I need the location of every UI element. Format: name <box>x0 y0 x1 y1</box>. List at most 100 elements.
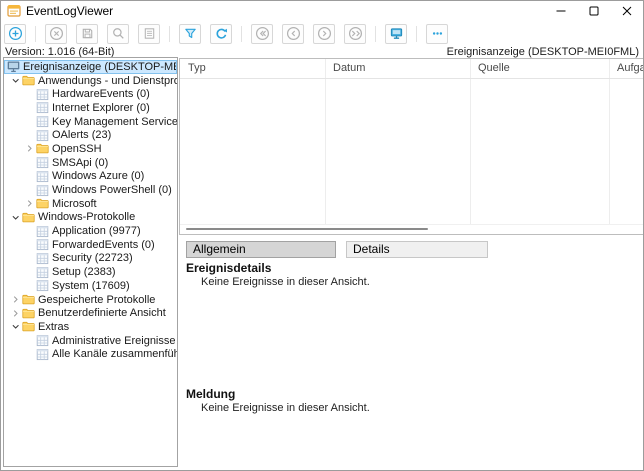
tree-item-smsapi-0[interactable]: SMSApi (0) <box>4 156 177 170</box>
nav-prev-button[interactable] <box>282 24 304 44</box>
properties-button[interactable] <box>138 24 160 44</box>
chevron-right-icon[interactable] <box>9 294 22 305</box>
filter-button[interactable] <box>179 24 201 44</box>
tree-item-root[interactable]: Ereignisanzeige (DESKTOP-MEI0FML) <box>4 60 177 74</box>
more-icon <box>430 26 445 41</box>
chevron-down-icon[interactable] <box>9 75 22 86</box>
table-horizontal-scrollbar[interactable] <box>180 224 644 234</box>
tree-item-benutzerdefinierte-ansicht[interactable]: Benutzerdefinierte Ansicht <box>4 306 177 320</box>
nav-first-button[interactable] <box>251 24 273 44</box>
tree-item-microsoft[interactable]: Microsoft <box>4 197 177 211</box>
tree-item-label: Windows Azure (0) <box>52 170 144 182</box>
close-log-button[interactable] <box>45 24 67 44</box>
tree-item-security-22723[interactable]: Security (22723) <box>4 252 177 266</box>
column-header-aufga[interactable]: Aufga <box>609 59 644 78</box>
tree-item-openssh[interactable]: OpenSSH <box>4 142 177 156</box>
computer-icon <box>389 26 404 41</box>
close-button[interactable] <box>610 1 643 21</box>
tree-item-label: Ereignisanzeige (DESKTOP-MEI0FML) <box>23 61 177 73</box>
tree-item-windows-azure-0[interactable]: Windows Azure (0) <box>4 170 177 184</box>
nav-next-button[interactable] <box>313 24 335 44</box>
tree-item-label: Anwendungs - und Dienstprotokolle <box>38 75 177 87</box>
tree-item-system-17609[interactable]: System (17609) <box>4 279 177 293</box>
save-button[interactable] <box>76 24 98 44</box>
tree-item-application-9977[interactable]: Application (9977) <box>4 224 177 238</box>
event-log-icon <box>36 279 49 292</box>
tree-item-forwardedevents-0[interactable]: ForwardedEvents (0) <box>4 238 177 252</box>
save-icon <box>80 26 95 41</box>
tree-item-label: Internet Explorer (0) <box>52 102 150 114</box>
tree-item-label: SMSApi (0) <box>52 157 108 169</box>
tree-item-internet-explorer-0[interactable]: Internet Explorer (0) <box>4 101 177 115</box>
window-controls <box>544 1 643 21</box>
nav-prev-icon <box>286 26 301 41</box>
close-log-icon <box>49 26 64 41</box>
computer-button[interactable] <box>385 24 407 44</box>
tree-item-gespeicherte-protokolle[interactable]: Gespeicherte Protokolle <box>4 293 177 307</box>
open-log-button[interactable] <box>4 24 26 44</box>
column-divider <box>609 59 610 224</box>
event-log-icon <box>36 225 49 238</box>
tree-item-alle-kan-le-zusammenf-hren[interactable]: Alle Kanäle zusammenführen <box>4 347 177 361</box>
tree-item-anwendungs-und-dienstprotokolle[interactable]: Anwendungs - und Dienstprotokolle <box>4 74 177 88</box>
chevron-down-icon[interactable] <box>9 212 22 223</box>
event-log-icon <box>36 170 49 183</box>
tree-item-label: OAlerts (23) <box>52 129 111 141</box>
tree-item-key-management-service-0[interactable]: Key Management Service (0) <box>4 115 177 129</box>
refresh-button[interactable] <box>210 24 232 44</box>
chevron-right-icon[interactable] <box>9 308 22 319</box>
event-log-icon <box>36 129 49 142</box>
event-table: TypDatumQuelleAufga <box>179 58 644 235</box>
nav-first-icon <box>255 26 270 41</box>
tree-item-label: Alle Kanäle zusammenführen <box>52 348 177 360</box>
tree-item-label: Application (9977) <box>52 225 141 237</box>
tree-item-label: Microsoft <box>52 198 97 210</box>
section-heading-ereignisdetails: Ereignisdetails <box>186 261 271 275</box>
scrollbar-thumb[interactable] <box>186 228 428 230</box>
tree-item-label: Windows-Protokolle <box>38 211 135 223</box>
search-button[interactable] <box>107 24 129 44</box>
tree-item-hardwareevents-0[interactable]: HardwareEvents (0) <box>4 87 177 101</box>
app-icon <box>7 4 21 18</box>
event-log-icon <box>36 115 49 128</box>
tree-item-administrative-ereignisse[interactable]: Administrative Ereignisse <box>4 334 177 348</box>
chevron-right-icon[interactable] <box>23 198 36 209</box>
event-log-icon <box>36 184 49 197</box>
tree-item-windows-protokolle[interactable]: Windows-Protokolle <box>4 211 177 225</box>
tab-allgemein[interactable]: Allgemein <box>186 241 336 258</box>
event-log-icon <box>36 101 49 114</box>
column-header-typ[interactable]: Typ <box>180 59 325 78</box>
tree-item-label: Setup (2383) <box>52 266 116 278</box>
nav-last-button[interactable] <box>344 24 366 44</box>
event-log-icon <box>36 252 49 265</box>
minimize-icon <box>556 6 566 16</box>
tab-details[interactable]: Details <box>346 241 488 258</box>
toolbar-separator <box>35 26 36 42</box>
maximize-icon <box>589 6 599 16</box>
properties-icon <box>142 26 157 41</box>
computer-icon <box>7 60 20 73</box>
maximize-button[interactable] <box>577 1 610 21</box>
minimize-button[interactable] <box>544 1 577 21</box>
tree-item-oalerts-23[interactable]: OAlerts (23) <box>4 128 177 142</box>
chevron-right-icon[interactable] <box>23 143 36 154</box>
filter-icon <box>183 26 198 41</box>
tree-item-windows-powershell-0[interactable]: Windows PowerShell (0) <box>4 183 177 197</box>
tree-item-setup-2383[interactable]: Setup (2383) <box>4 265 177 279</box>
event-pane: TypDatumQuelleAufga Allgemein Details Ere… <box>179 57 644 471</box>
open-log-icon <box>8 26 23 41</box>
tree-item-extras[interactable]: Extras <box>4 320 177 334</box>
toolbar-separator <box>416 26 417 42</box>
event-log-icon <box>36 334 49 347</box>
more-button[interactable] <box>426 24 448 44</box>
folder-icon <box>22 320 35 333</box>
event-log-icon <box>36 348 49 361</box>
tree-item-label: Security (22723) <box>52 252 133 264</box>
chevron-down-icon[interactable] <box>9 321 22 332</box>
window-title: EventLogViewer <box>26 4 113 18</box>
tree-item-label: Benutzerdefinierte Ansicht <box>38 307 166 319</box>
column-header-datum[interactable]: Datum <box>325 59 470 78</box>
event-log-icon <box>36 88 49 101</box>
column-header-quelle[interactable]: Quelle <box>470 59 609 78</box>
titlebar: EventLogViewer <box>1 1 643 21</box>
